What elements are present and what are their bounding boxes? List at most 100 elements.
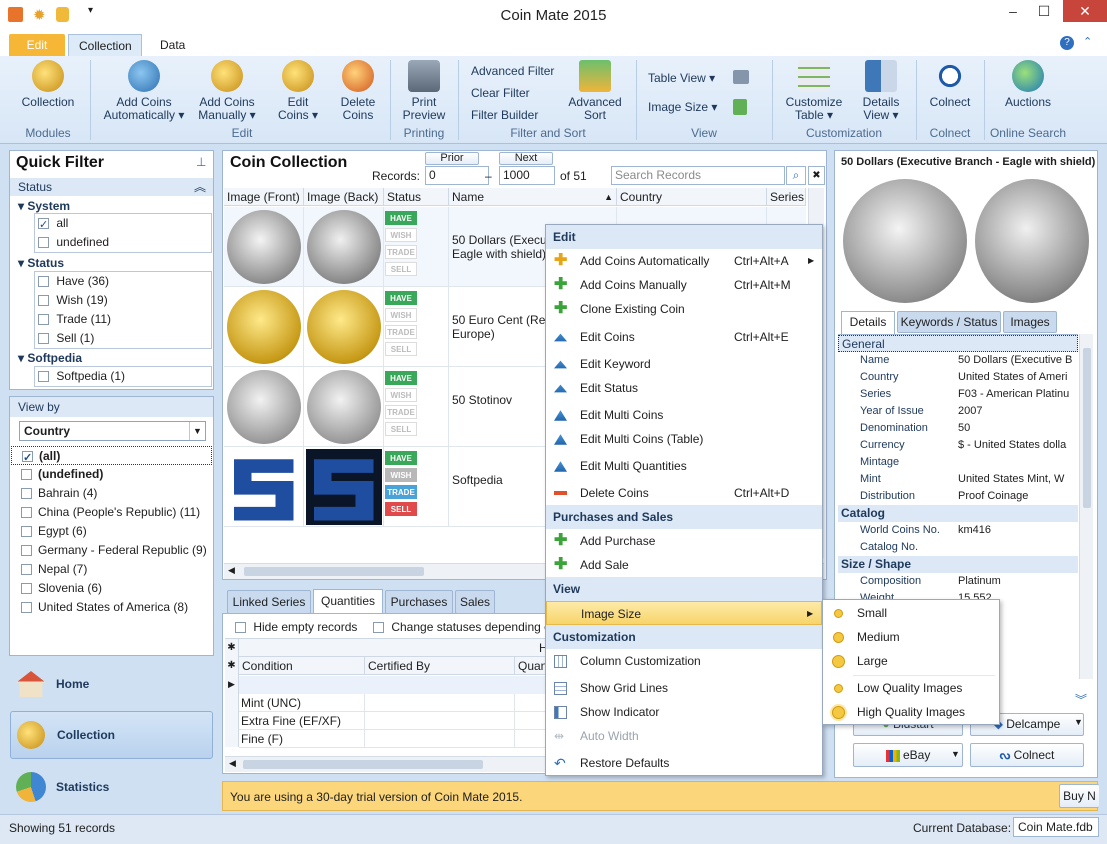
status-badge-wish[interactable]: WISH: [385, 227, 417, 242]
scroll-left-icon[interactable]: ◀: [229, 758, 236, 769]
details-tab-images[interactable]: Images: [1003, 311, 1057, 333]
pin-icon[interactable]: ⊥: [196, 155, 206, 169]
status-badge-have[interactable]: HAVE: [385, 290, 417, 305]
checkbox-icon[interactable]: [21, 583, 32, 595]
add-coins-automatically-button[interactable]: Add Coins Automatically ▾: [98, 60, 190, 122]
condition-row[interactable]: Extra Fine (EF/XF): [239, 711, 551, 730]
tab-quantities[interactable]: Quantities: [313, 589, 383, 614]
next-button[interactable]: Next: [499, 152, 553, 165]
filter-item-sell[interactable]: Sell (1): [35, 329, 211, 348]
export-icon[interactable]: [733, 99, 747, 115]
tab-linked-series[interactable]: Linked Series: [227, 590, 311, 614]
status-badge-sell[interactable]: SELL: [385, 261, 417, 276]
clear-search-icon[interactable]: ✖: [808, 166, 825, 185]
cell-image-back[interactable]: [304, 446, 384, 527]
filter-item-have[interactable]: Have (36): [35, 272, 211, 291]
detail-row[interactable]: Composition Platinum: [838, 573, 1078, 590]
table-view-button[interactable]: Table View ▾: [648, 71, 715, 85]
cell-image-back[interactable]: [304, 206, 384, 287]
image-size-button[interactable]: Image Size ▾: [648, 100, 717, 114]
prior-button[interactable]: Prior: [425, 152, 479, 165]
print-preview-button[interactable]: Print Preview: [396, 60, 452, 122]
checkbox-icon[interactable]: [21, 564, 32, 576]
condition-row[interactable]: Fine (F): [239, 729, 551, 748]
current-db-field[interactable]: Coin Mate.fdb: [1013, 817, 1099, 837]
cell-image-front[interactable]: [224, 286, 304, 367]
edit-coins-button[interactable]: Edit Coins ▾: [268, 60, 328, 122]
submenu-low-quality[interactable]: Low Quality Images: [823, 676, 999, 700]
checkbox-icon[interactable]: [22, 449, 33, 468]
view-by-item[interactable]: (all): [11, 446, 212, 468]
checkbox-icon[interactable]: [21, 526, 32, 538]
checkbox-icon[interactable]: [21, 545, 32, 557]
menu-edit-coins[interactable]: Edit Coins Ctrl+Alt+E: [546, 325, 822, 349]
cell-status[interactable]: HAVE WISH TRADE SELL: [384, 446, 449, 527]
view-by-item[interactable]: (undefined): [11, 465, 212, 484]
view-by-select[interactable]: Country ▼: [19, 421, 206, 441]
detail-row[interactable]: Mint United States Mint, W: [838, 471, 1078, 488]
col-name[interactable]: Name ▲: [449, 188, 617, 206]
close-button[interactable]: ✕: [1063, 0, 1107, 22]
tab-sales[interactable]: Sales: [455, 590, 495, 614]
auctions-button[interactable]: Auctions: [996, 60, 1060, 109]
col-country[interactable]: Country: [617, 188, 767, 206]
tab-edit[interactable]: Edit: [9, 34, 65, 56]
detail-row[interactable]: Currency $ - United States dolla: [838, 437, 1078, 454]
col-series[interactable]: Series: [767, 188, 806, 206]
menu-add-coins-automatically[interactable]: ✚ Add Coins Automatically Ctrl+Alt+A ▶: [546, 249, 822, 273]
status-badge-have[interactable]: HAVE: [385, 210, 417, 225]
details-view-button[interactable]: Details View ▾: [852, 60, 910, 122]
status-badge-have[interactable]: HAVE: [385, 450, 417, 465]
submenu-high-quality[interactable]: High Quality Images: [823, 700, 999, 724]
status-badge-wish[interactable]: WISH: [385, 387, 417, 402]
detail-row[interactable]: Series F03 - American Platinu: [838, 386, 1078, 403]
detail-row[interactable]: World Coins No. km416: [838, 522, 1078, 539]
detail-row[interactable]: Denomination 50: [838, 420, 1078, 437]
hide-empty-checkbox[interactable]: Hide empty records: [235, 620, 357, 634]
menu-edit-multi-coins-table[interactable]: Edit Multi Coins (Table): [546, 427, 822, 451]
filter-item-undefined[interactable]: undefined: [35, 233, 211, 252]
checkbox-icon[interactable]: [38, 314, 49, 326]
status-badge-trade[interactable]: TRADE: [385, 324, 417, 339]
colnect-online-button[interactable]: ᔓ Colnect: [970, 743, 1084, 767]
ebay-button[interactable]: eBay: [853, 743, 963, 767]
new-row[interactable]: [239, 676, 551, 694]
records-from-input[interactable]: 0: [425, 166, 489, 185]
filter-item-softpedia[interactable]: Softpedia (1): [35, 367, 211, 386]
expand-chevron-icon[interactable]: ︾: [1075, 691, 1087, 708]
view-by-item[interactable]: Slovenia (6): [11, 579, 212, 598]
tab-purchases[interactable]: Purchases: [385, 590, 453, 614]
detail-row[interactable]: Catalog No.: [838, 539, 1078, 556]
col-image-front[interactable]: Image (Front): [224, 188, 304, 206]
details-tab-details[interactable]: Details: [841, 311, 895, 334]
checkbox-icon[interactable]: [373, 622, 384, 634]
checkbox-icon[interactable]: [21, 469, 32, 481]
checkbox-icon[interactable]: [21, 602, 32, 614]
scroll-left-icon[interactable]: ◀: [228, 565, 235, 576]
status-badge-sell[interactable]: SELL: [385, 501, 417, 516]
section-catalog[interactable]: Catalog: [838, 505, 1078, 522]
menu-show-grid-lines[interactable]: Show Grid Lines: [546, 676, 822, 700]
checkbox-icon[interactable]: [21, 507, 32, 519]
filter-item-wish[interactable]: Wish (19): [35, 291, 211, 310]
scroll-thumb[interactable]: [1083, 348, 1091, 508]
menu-show-indicator[interactable]: Show Indicator: [546, 700, 822, 724]
checkbox-icon[interactable]: [38, 371, 49, 383]
chevron-down-icon[interactable]: ▼: [189, 422, 205, 440]
details-vscrollbar[interactable]: [1079, 334, 1093, 679]
menu-add-purchase[interactable]: ✚ Add Purchase: [546, 529, 822, 553]
advanced-sort-button[interactable]: Advanced Sort: [566, 60, 624, 122]
detail-row[interactable]: Country United States of Ameri: [838, 369, 1078, 386]
view-by-item[interactable]: Nepal (7): [11, 560, 212, 579]
nav-collection[interactable]: Collection: [10, 711, 213, 759]
printer-icon[interactable]: [733, 70, 749, 84]
delcampe-dropdown-icon[interactable]: ▼: [1074, 717, 1083, 727]
menu-edit-multi-quantities[interactable]: Edit Multi Quantities: [546, 454, 822, 478]
clear-filter-button[interactable]: Clear Filter: [471, 86, 530, 100]
detail-row[interactable]: Distribution Proof Coinage: [838, 488, 1078, 505]
certified-cell[interactable]: [365, 729, 515, 748]
cell-image-back[interactable]: [304, 286, 384, 367]
tab-collection[interactable]: Collection: [68, 34, 142, 56]
view-by-item[interactable]: China (People's Republic) (11): [11, 503, 212, 522]
filter-item-all[interactable]: all: [35, 214, 211, 235]
